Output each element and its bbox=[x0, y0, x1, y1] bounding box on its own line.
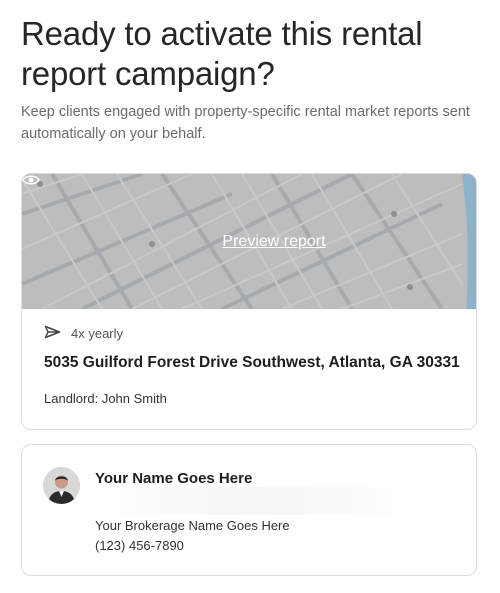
landlord-name: Landlord: John Smith bbox=[44, 391, 167, 406]
agent-name: Your Name Goes Here bbox=[95, 470, 253, 487]
preview-report-label: Preview report bbox=[222, 232, 326, 250]
report-card: Preview report 4x yearly 5035 Guilford F… bbox=[21, 173, 477, 430]
page-title: Ready to activate this rental report cam… bbox=[21, 15, 423, 92]
avatar bbox=[43, 467, 80, 504]
frequency-row: 4x yearly bbox=[44, 325, 123, 342]
send-icon bbox=[44, 325, 61, 342]
preview-report-link[interactable]: Preview report bbox=[22, 174, 476, 309]
agent-card: Your Name Goes Here Your Brokerage Name … bbox=[21, 444, 477, 576]
placeholder-bar bbox=[95, 487, 417, 515]
agent-phone: (123) 456-7890 bbox=[95, 538, 184, 553]
map-thumbnail: Preview report bbox=[22, 174, 476, 309]
frequency-label: 4x yearly bbox=[71, 326, 124, 341]
property-address: 5035 Guilford Forest Drive Southwest, At… bbox=[44, 354, 460, 371]
brokerage-name: Your Brokerage Name Goes Here bbox=[95, 518, 290, 533]
page-subtitle: Keep clients engaged with property-speci… bbox=[21, 104, 470, 142]
